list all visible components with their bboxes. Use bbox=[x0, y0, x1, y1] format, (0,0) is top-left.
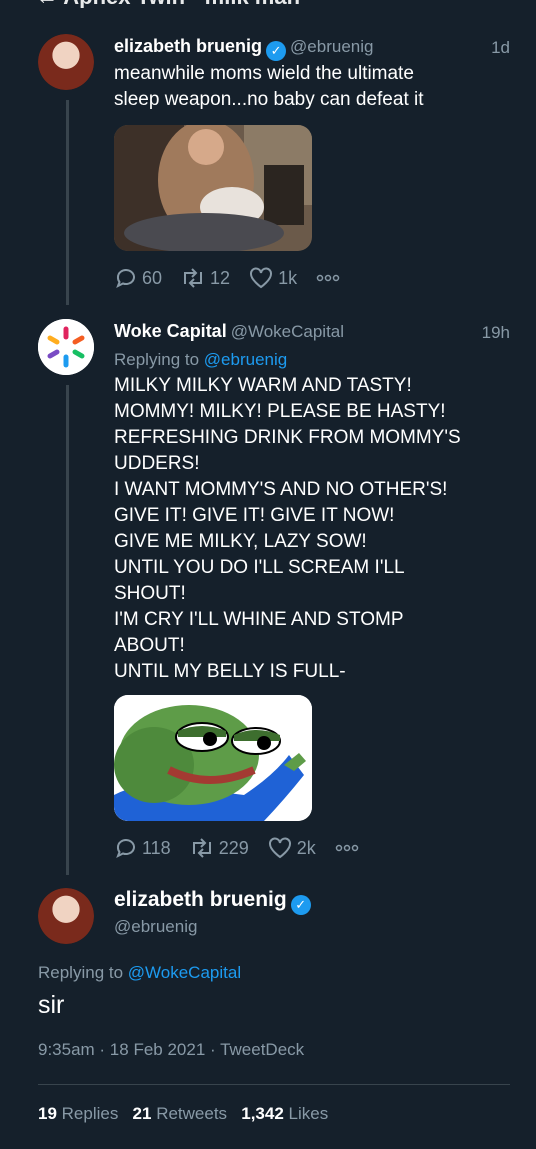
tweet-text: meanwhile moms wield the ultimate sleep … bbox=[114, 61, 514, 113]
replies-count: 19 bbox=[38, 1104, 57, 1123]
text-line: REFRESHING DRINK FROM MOMMY'S bbox=[114, 427, 461, 448]
more-icon bbox=[316, 274, 340, 282]
replies-label: Replies bbox=[61, 1104, 119, 1123]
text-line: GIVE ME MILKY, LAZY SOW! bbox=[114, 531, 367, 552]
reply-button[interactable]: 60 bbox=[114, 266, 162, 290]
like-button[interactable]: 1k bbox=[248, 266, 297, 290]
likes-label: Likes bbox=[288, 1104, 329, 1123]
reply-prefix: Replying to bbox=[114, 350, 204, 369]
tweet-meta[interactable]: 9:35am · 18 Feb 2021 · TweetDeck bbox=[38, 1040, 304, 1060]
text-line: SHOUT! bbox=[114, 583, 186, 604]
text-line: UNTIL YOU DO I'LL SCREAM I'LL bbox=[114, 557, 405, 578]
avatar[interactable] bbox=[38, 319, 94, 375]
text-line: sleep weapon...no baby can defeat it bbox=[114, 89, 424, 110]
retweet-count: 12 bbox=[210, 267, 231, 288]
divider bbox=[38, 1084, 510, 1085]
retweet-count: 229 bbox=[218, 837, 249, 858]
mention-link[interactable]: @ebruenig bbox=[204, 350, 287, 369]
tweet-actions: 60 12 1k bbox=[114, 266, 363, 290]
more-icon bbox=[335, 844, 359, 852]
like-icon bbox=[268, 837, 291, 859]
author-handle[interactable]: @WokeCapital bbox=[231, 322, 344, 341]
tweet-header: Woke Capital @WokeCapital bbox=[114, 321, 344, 342]
text-line: GIVE IT! GIVE IT! GIVE IT NOW! bbox=[114, 505, 395, 526]
more-button[interactable] bbox=[315, 272, 345, 284]
like-count: 2k bbox=[296, 837, 316, 858]
like-button[interactable]: 2k bbox=[267, 836, 316, 860]
reply-context: Replying to @ebruenig bbox=[114, 347, 514, 373]
text-line: meanwhile moms wield the ultimate bbox=[114, 63, 414, 84]
retweet-button[interactable]: 12 bbox=[180, 266, 230, 290]
text-line: UDDERS! bbox=[114, 453, 200, 474]
tweet-time[interactable]: 1d bbox=[491, 38, 510, 58]
text-line: UNTIL MY BELLY IS FULL- bbox=[114, 661, 346, 682]
text-line: I'M CRY I'LL WHINE AND STOMP bbox=[114, 609, 404, 630]
tweet-header: elizabeth bruenig ✓ @ebruenig bbox=[114, 36, 373, 61]
author-name[interactable]: Woke Capital bbox=[114, 321, 227, 341]
reply-count: 118 bbox=[142, 837, 171, 858]
text-line: MILKY MILKY WARM AND TASTY! bbox=[114, 375, 412, 396]
pepe-frog-image bbox=[114, 695, 312, 821]
tweet-text: sir bbox=[38, 991, 65, 1019]
thread-line bbox=[66, 100, 69, 305]
text-line: ABOUT! bbox=[114, 635, 185, 656]
mention-link[interactable]: @WokeCapital bbox=[128, 963, 241, 982]
more-button[interactable] bbox=[334, 842, 364, 854]
reply-prefix: Replying to bbox=[38, 963, 128, 982]
tweet-photo[interactable] bbox=[114, 695, 312, 821]
main-author-name-row: elizabeth bruenig ✓ bbox=[114, 888, 311, 915]
author-name[interactable]: elizabeth bruenig bbox=[114, 888, 287, 911]
retweets-count: 21 bbox=[132, 1104, 152, 1123]
author-handle[interactable]: @ebruenig bbox=[114, 917, 197, 937]
text-line: MOMMY! MILKY! PLEASE BE HASTY! bbox=[114, 401, 446, 422]
thread-line bbox=[66, 385, 69, 875]
reply-count: 60 bbox=[142, 267, 163, 288]
text-line: I WANT MOMMY'S AND NO OTHER'S! bbox=[114, 479, 448, 500]
top-bar-title: ← Aphex Twin · milk man bbox=[0, 0, 536, 8]
likes-stat[interactable]: 1,342 Likes bbox=[241, 1104, 328, 1123]
retweets-stat[interactable]: 21 Retweets bbox=[133, 1104, 228, 1123]
retweets-label: Retweets bbox=[156, 1104, 228, 1123]
avatar[interactable] bbox=[38, 888, 94, 944]
reply-context: Replying to @WokeCapital bbox=[38, 963, 241, 983]
retweet-button[interactable]: 229 bbox=[189, 836, 249, 860]
likes-count: 1,342 bbox=[241, 1104, 284, 1123]
woke-capital-logo-icon bbox=[38, 319, 94, 375]
reply-icon bbox=[116, 269, 135, 289]
replies-stat[interactable]: 19 Replies bbox=[38, 1104, 118, 1123]
avatar[interactable] bbox=[38, 34, 94, 90]
tweet-time[interactable]: 19h bbox=[482, 323, 510, 343]
retweet-icon bbox=[192, 838, 211, 858]
verified-badge-icon: ✓ bbox=[266, 41, 287, 61]
retweet-icon bbox=[184, 268, 203, 288]
tweet-actions: 118 229 2k bbox=[114, 836, 382, 860]
like-icon bbox=[250, 267, 273, 289]
tweet-photo[interactable] bbox=[114, 125, 312, 251]
tweet-text: Replying to @ebruenig MILKY MILKY WARM A… bbox=[114, 347, 514, 685]
reply-icon bbox=[116, 839, 135, 859]
author-handle[interactable]: @ebruenig bbox=[290, 37, 373, 56]
like-count: 1k bbox=[278, 267, 298, 288]
reply-button[interactable]: 118 bbox=[114, 836, 171, 860]
verified-badge-icon: ✓ bbox=[290, 895, 311, 915]
author-name[interactable]: elizabeth bruenig bbox=[114, 36, 262, 56]
tweet-stats: 19 Replies 21 Retweets 1,342 Likes bbox=[38, 1104, 328, 1124]
